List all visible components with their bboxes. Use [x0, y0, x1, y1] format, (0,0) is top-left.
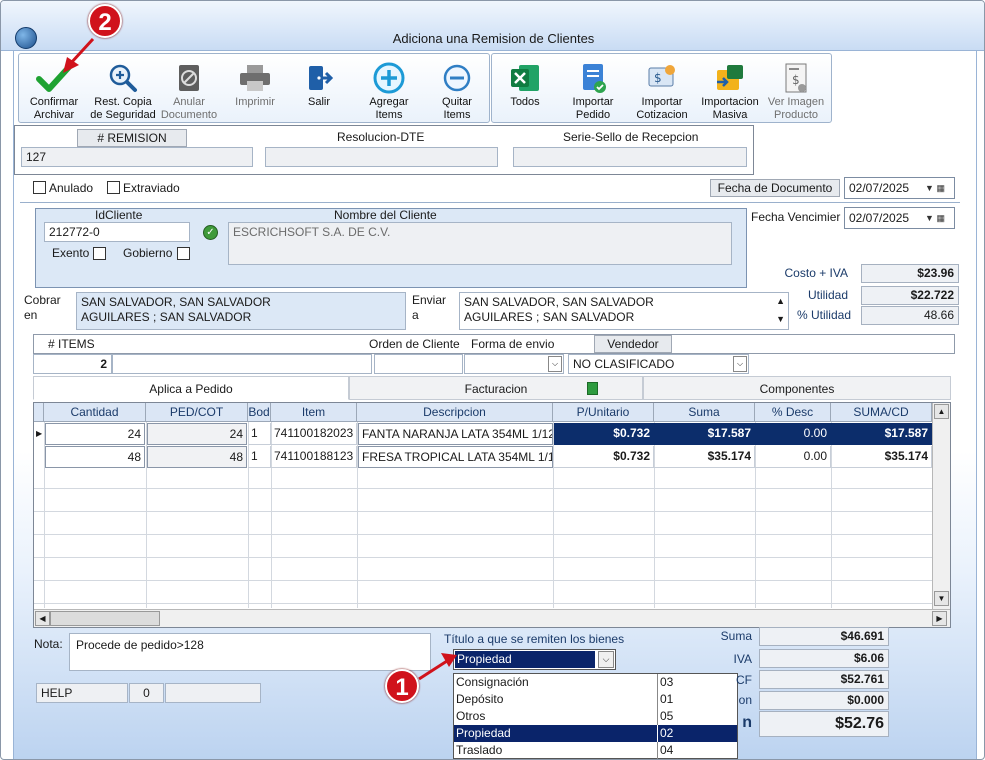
window: Adiciona una Remision de Clientes Confir…	[0, 0, 985, 760]
annotation-arrow-1	[418, 659, 448, 681]
annotation-arrow-2	[69, 37, 95, 65]
annotation-arrowhead-2	[63, 57, 79, 73]
annotation-badge-1: 1	[385, 669, 419, 703]
annotation-badge-2: 2	[88, 4, 122, 38]
annotation-arrows	[63, 37, 457, 681]
